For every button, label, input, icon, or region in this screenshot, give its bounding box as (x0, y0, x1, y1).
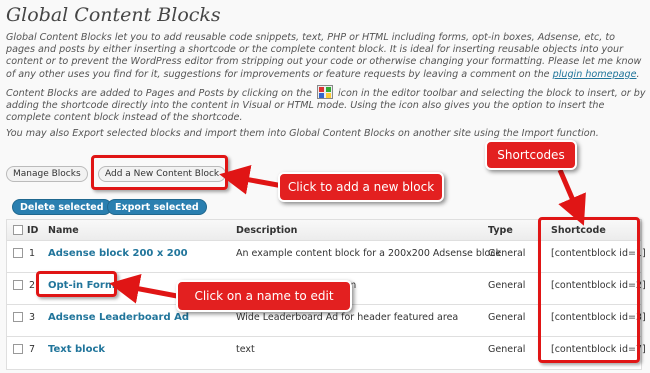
intro-paragraph-2: Content Blocks are added to Pages and Po… (6, 84, 646, 125)
select-all-checkbox[interactable] (13, 225, 23, 235)
col-type: Type (488, 225, 513, 236)
arrow-to-add-button (219, 164, 284, 195)
intro1-text: Global Content Blocks let you to add reu… (6, 32, 642, 80)
row-name-link[interactable]: Adsense block 200 x 200 (48, 243, 188, 264)
col-id: ID (27, 225, 39, 236)
row-description: text (236, 344, 255, 355)
row-id: 3 (29, 312, 36, 323)
intro2-text: Content Blocks are added to Pages and Po… (6, 87, 315, 99)
row-checkbox[interactable] (13, 280, 23, 290)
arrow-to-shortcodes (557, 169, 586, 226)
row-checkbox[interactable] (13, 248, 23, 258)
row-id: 1 (29, 248, 36, 259)
col-name: Name (48, 225, 79, 236)
intro1-end: . (636, 68, 640, 80)
callout-add-block: Click to add a new block (278, 172, 444, 202)
intro-paragraph-1: Global Content Blocks let you to add reu… (6, 32, 646, 81)
add-block-highlight (91, 155, 228, 190)
row-checkbox[interactable] (13, 312, 23, 322)
row-id: 2 (29, 280, 36, 291)
row-description: An example content block for a 200x200 A… (236, 248, 502, 259)
row-checkbox[interactable] (13, 344, 23, 354)
intro-paragraph-3: You may also Export selected blocks and … (6, 128, 599, 140)
delete-selected-button[interactable]: Delete selected (12, 199, 112, 215)
export-selected-button[interactable]: Export selected (107, 199, 207, 215)
row-type: General (488, 344, 526, 355)
callout-shortcodes: Shortcodes (485, 140, 577, 170)
shortcode-column-highlight (538, 217, 640, 363)
callout-edit-name: Click on a name to edit (176, 280, 352, 312)
row-type: General (488, 280, 526, 291)
manage-blocks-button[interactable]: Manage Blocks (6, 166, 88, 182)
row-id: 7 (29, 344, 36, 355)
row-type: General (488, 248, 526, 259)
toolbar-insert-icon (316, 84, 333, 99)
plugin-homepage-link[interactable]: plugin homepage (553, 69, 637, 80)
intro-text: Global Content Blocks let you to add reu… (6, 32, 646, 145)
page-title: Global Content Blocks (6, 4, 221, 26)
col-description: Description (236, 225, 298, 236)
row-name-link[interactable]: Text block (48, 339, 105, 360)
opt-in-form-highlight (36, 271, 117, 297)
row-name-link[interactable]: Adsense Leaderboard Ad (48, 307, 189, 328)
row-type: General (488, 312, 526, 323)
